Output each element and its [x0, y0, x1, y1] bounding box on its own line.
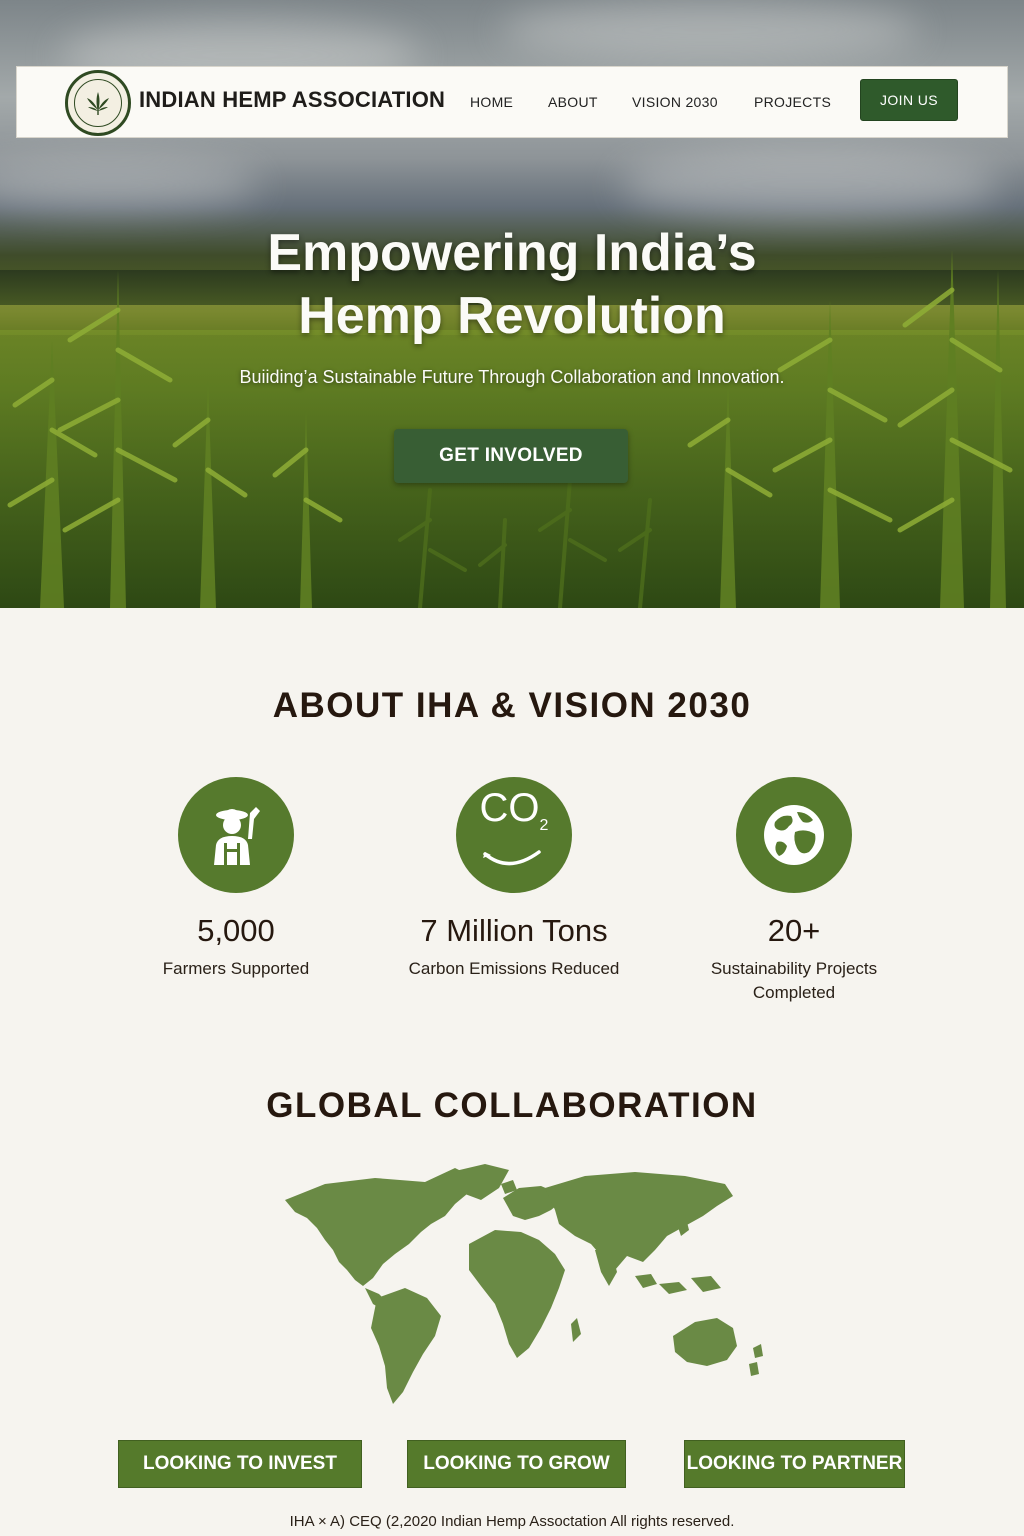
about-section-title: ABOUT IHA & VISION 2030 [272, 686, 752, 725]
stat-farmers-value: 5,000 [197, 913, 275, 948]
stat-projects-value: 20+ [767, 913, 821, 948]
globe-icon [736, 777, 852, 893]
top-navbar: INDIAN HEMP ASSOCIATION HOME ABOUT VISIO… [16, 66, 1008, 138]
hero-title: Empowering India’s Hemp Revolution [0, 222, 1024, 348]
footer-copyright: IHA × A) CEQ (2,2020 Indian Hemp Assocta… [289, 1513, 735, 1530]
hero-subtitle: Buiiding’a Sustainable Future Through Co… [239, 367, 785, 387]
stat-projects: 20+ Sustainability Projects Completed [664, 777, 924, 1005]
stat-carbon-label: Carbon Emissions Reduced [408, 959, 620, 978]
brand-name[interactable]: INDIAN HEMP ASSOCIATION [139, 87, 445, 113]
looking-to-partner-button[interactable]: LOOKING TO PARTNER [684, 1440, 905, 1488]
world-map-icon [285, 1164, 763, 1404]
co2-icon: CO2 [456, 777, 572, 893]
collaboration-section-title: GLOBAL COLLABORATION [266, 1086, 758, 1125]
stat-projects-label: Sustainability Projects Completed [710, 959, 878, 1002]
nav-home-link[interactable]: HOME [470, 94, 513, 110]
co2-icon-subscript: 2 [539, 817, 549, 834]
nav-projects-link[interactable]: PROJECTS [754, 94, 831, 110]
nav-vision-2030-link[interactable]: VISION 2030 [632, 94, 718, 110]
stat-carbon-value: 7 Million Tons [420, 913, 608, 948]
farmer-icon [178, 777, 294, 893]
hero-title-line-1: Empowering India’s [267, 224, 757, 282]
co2-icon-text: CO [479, 786, 540, 830]
get-involved-button[interactable]: GET INVOLVED [394, 429, 628, 483]
stat-farmers-label: Farmers Supported [162, 959, 310, 978]
hero-section: INDIAN HEMP ASSOCIATION HOME ABOUT VISIO… [0, 0, 1024, 608]
hemp-leaf-seal-icon[interactable] [65, 70, 131, 136]
stat-farmers: 5,000 Farmers Supported [106, 777, 366, 981]
stat-carbon: CO2 7 Million Tons Carbon Emissions Redu… [384, 777, 644, 981]
join-us-button[interactable]: JOIN US [860, 79, 958, 121]
nav-about-link[interactable]: ABOUT [548, 94, 598, 110]
hero-title-line-2: Hemp Revolution [298, 287, 726, 345]
looking-to-grow-button[interactable]: LOOKING TO GROW [407, 1440, 626, 1488]
looking-to-invest-button[interactable]: LOOKING TO INVEST [118, 1440, 362, 1488]
